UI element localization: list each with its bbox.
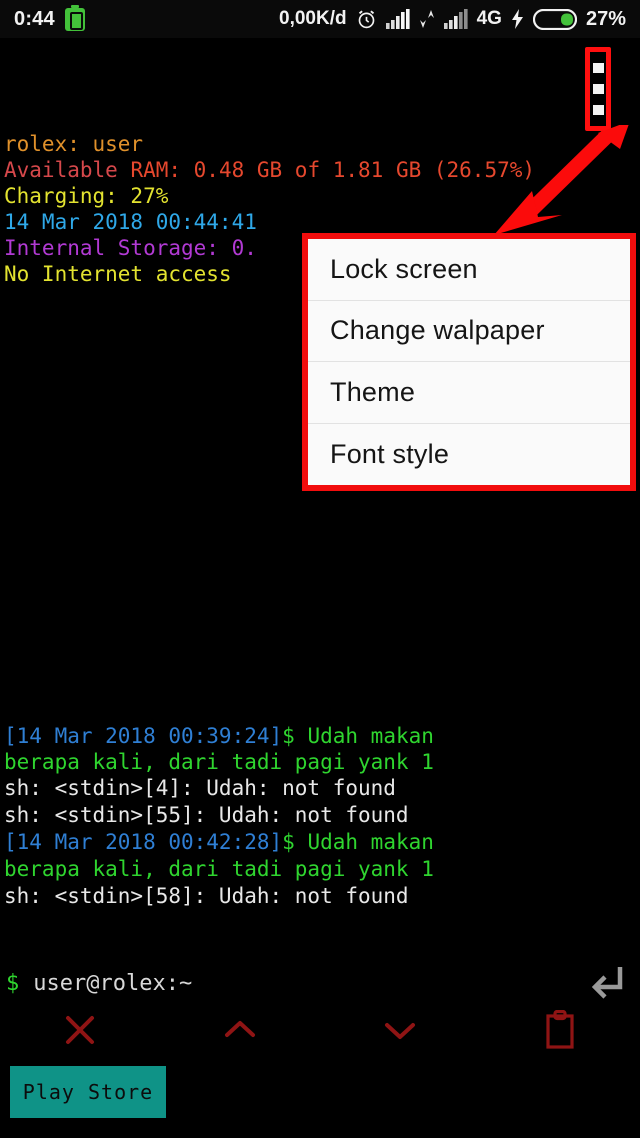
signal-bars-icon (385, 9, 410, 29)
menu-item-label: Lock screen (330, 253, 478, 284)
overflow-dot-icon (592, 62, 604, 73)
terminal-history-line: berapa kali, dari tadi pagi yank 1 (4, 857, 434, 881)
status-bar-left: 0:44 (14, 4, 85, 31)
phone-screen: 0:44 0,00K/d 4G 27% rolex: user Availabl… (0, 0, 640, 1138)
overflow-menu-button[interactable] (585, 47, 611, 131)
command-timestamp: [14 Mar 2018 00:42:28] (4, 830, 283, 854)
terminal-history-line: sh: <stdin>[4]: Udah: not found (4, 776, 396, 800)
overflow-dot-icon (592, 105, 604, 116)
battery-icon (532, 8, 577, 30)
status-bar-clock: 0:44 (14, 7, 55, 30)
prompt-sigil: $ (6, 970, 20, 996)
network-type-label: 4G (476, 8, 502, 29)
enter-return-icon[interactable] (586, 963, 626, 1003)
status-bar-right: 0,00K/d 4G 27% (279, 8, 626, 31)
battery-saver-icon (64, 4, 85, 31)
terminal-header-line: No Internet access (4, 262, 232, 286)
play-store-button[interactable]: Play Store (10, 1066, 166, 1118)
overflow-dot-icon (592, 83, 604, 94)
menu-item-label: Font style (330, 438, 450, 469)
context-menu-popup[interactable]: Lock screen Change walpaper Theme Font s… (302, 233, 636, 491)
prompt-sigil: $ (282, 724, 295, 748)
menu-item-change-walpaper[interactable]: Change walpaper (308, 300, 630, 362)
charging-bolt-icon (511, 9, 524, 29)
terminal-prompt-row[interactable]: $ user@rolex:~ (0, 960, 640, 1006)
command-text: Udah makan (294, 830, 434, 854)
terminal-header-line: Available RAM: 0.48 GB of 1.81 GB (26.57… (4, 157, 535, 183)
terminal-history-line: [14 Mar 2018 00:39:24]$ Udah makan (4, 723, 434, 749)
chevron-down-icon[interactable] (365, 1004, 435, 1056)
ram-label: Available (4, 158, 118, 182)
terminal-history-line: sh: <stdin>[58]: Udah: not found (4, 884, 409, 908)
menu-item-label: Change walpaper (330, 315, 545, 346)
chevron-up-icon[interactable] (205, 1004, 275, 1056)
close-icon[interactable] (45, 1004, 115, 1056)
ram-value: RAM: 0.48 GB of 1.81 GB (26.57%) (117, 158, 536, 182)
terminal-header-line: Internal Storage: 0. (4, 236, 257, 260)
network-speed-label: 0,00K/d (279, 8, 347, 29)
terminal-key-toolbar (0, 1004, 640, 1056)
command-timestamp: [14 Mar 2018 00:39:24] (4, 724, 283, 748)
menu-item-lock-screen[interactable]: Lock screen (308, 239, 630, 301)
terminal-history-line: sh: <stdin>[55]: Udah: not found (4, 803, 409, 827)
alarm-clock-icon (356, 9, 377, 30)
terminal-history-line: [14 Mar 2018 00:42:28]$ Udah makan (4, 829, 434, 855)
data-transfer-icon (419, 9, 435, 29)
prompt-sigil: $ (282, 830, 295, 854)
status-bar: 0:44 0,00K/d 4G 27% (0, 0, 640, 38)
terminal-header-line: rolex: user (4, 132, 144, 156)
prompt-label: user@rolex:~ (33, 970, 193, 996)
menu-item-theme[interactable]: Theme (308, 362, 630, 424)
terminal-header-line: Charging: 27% (4, 184, 169, 208)
terminal-header-line: 14 Mar 2018 00:44:41 (4, 210, 257, 234)
menu-item-label: Theme (330, 376, 416, 407)
signal-bars-icon (443, 9, 468, 29)
menu-item-font-style[interactable]: Font style (308, 423, 630, 485)
battery-percent-label: 27% (585, 7, 626, 30)
play-store-button-label: Play Store (22, 1080, 154, 1104)
paste-clipboard-icon[interactable] (525, 1004, 595, 1056)
terminal-history-line: berapa kali, dari tadi pagi yank 1 (4, 750, 434, 774)
command-text: Udah makan (294, 724, 434, 748)
